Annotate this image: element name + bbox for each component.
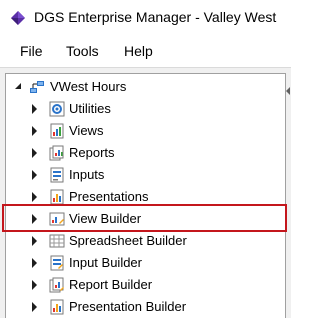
- menu-tools[interactable]: Tools: [66, 43, 99, 59]
- collapsed-arrow-icon[interactable]: [32, 280, 37, 290]
- spreadsheet-builder-icon: [49, 234, 65, 248]
- tree-root-label: VWest Hours: [50, 79, 127, 94]
- network-folder-icon: [30, 81, 44, 93]
- menu-file[interactable]: File: [20, 43, 43, 59]
- tree-item-presentation-builder[interactable]: Presentation Builder: [6, 296, 285, 318]
- collapsed-arrow-icon[interactable]: [32, 170, 37, 180]
- collapsed-arrow-icon[interactable]: [32, 236, 37, 246]
- report-builder-icon: [49, 277, 64, 293]
- tree-item-views[interactable]: Views: [6, 120, 285, 142]
- tree-item-label: Inputs: [69, 167, 105, 182]
- tree-view[interactable]: VWest Hours Utilities Views Reports Inpu…: [5, 73, 286, 318]
- tree-item-input-builder[interactable]: Input Builder: [6, 252, 285, 274]
- views-icon: [50, 123, 64, 139]
- tree-item-utilities[interactable]: Utilities: [6, 98, 285, 120]
- title-bar: DGS Enterprise Manager - Valley West: [0, 0, 291, 35]
- highlight-box: [2, 204, 287, 232]
- tree-item-inputs[interactable]: Inputs: [6, 164, 285, 186]
- presentation-builder-icon: [50, 299, 64, 315]
- navigation-pane: VWest Hours Utilities Views Reports Inpu…: [0, 68, 291, 318]
- collapsed-arrow-icon[interactable]: [32, 126, 37, 136]
- tree-root-node[interactable]: VWest Hours: [6, 76, 285, 98]
- reports-icon: [49, 145, 64, 161]
- window-title: DGS Enterprise Manager - Valley West: [34, 9, 277, 25]
- collapsed-arrow-icon[interactable]: [32, 192, 37, 202]
- tree-item-label: Views: [69, 123, 104, 138]
- utilities-icon: [49, 101, 65, 117]
- presentations-icon: [50, 189, 64, 205]
- tree-item-label: Reports: [69, 145, 115, 160]
- splitter-collapse-icon[interactable]: [286, 87, 290, 95]
- collapsed-arrow-icon[interactable]: [32, 258, 37, 268]
- collapsed-arrow-icon[interactable]: [32, 302, 37, 312]
- inputs-icon: [50, 167, 64, 183]
- dgs-diamond-logo-icon: [11, 11, 25, 25]
- menu-bar: File Tools Help: [0, 35, 291, 68]
- menu-help[interactable]: Help: [124, 43, 153, 59]
- tree-item-reports[interactable]: Reports: [6, 142, 285, 164]
- input-builder-icon: [50, 255, 64, 271]
- collapsed-arrow-icon[interactable]: [32, 104, 37, 114]
- tree-item-report-builder[interactable]: Report Builder: [6, 274, 285, 296]
- tree-item-label: Presentations: [69, 189, 149, 204]
- tree-item-spreadsheet-builder[interactable]: Spreadsheet Builder: [6, 230, 285, 252]
- collapsed-arrow-icon[interactable]: [32, 148, 37, 158]
- tree-item-label: Input Builder: [69, 255, 142, 270]
- tree-item-label: Presentation Builder: [69, 299, 187, 314]
- tree-item-label: Report Builder: [69, 277, 153, 292]
- expanded-arrow-icon[interactable]: [15, 83, 21, 89]
- tree-item-label: Spreadsheet Builder: [69, 233, 187, 248]
- tree-item-label: Utilities: [69, 101, 111, 116]
